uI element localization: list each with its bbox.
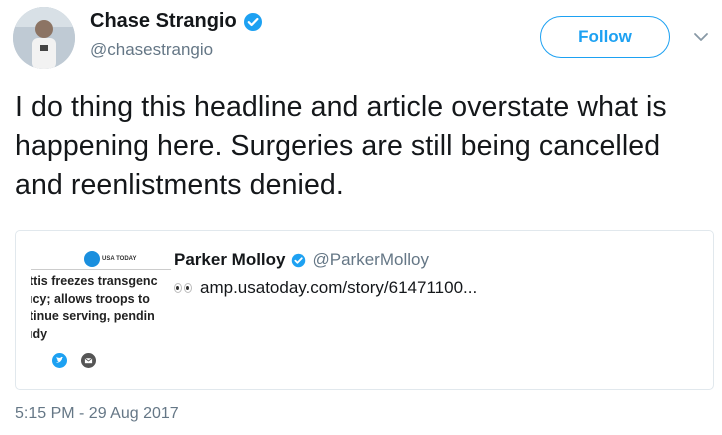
usa-today-logo-text: USA TODAY	[102, 256, 137, 262]
verified-badge-icon	[291, 253, 306, 268]
author-handle[interactable]: @chasestrangio	[90, 40, 213, 60]
eye-right	[184, 283, 192, 293]
chevron-down-icon[interactable]	[692, 28, 710, 46]
author-name[interactable]: Chase Strangio	[90, 10, 237, 33]
quoted-tweet-card[interactable]: USA TODAY ttis freezes transgenc ıcy; al…	[15, 230, 714, 390]
eye-left	[174, 283, 182, 293]
eyes-emoji-icon	[174, 283, 192, 293]
verified-badge-icon	[243, 12, 263, 32]
tweet-timestamp[interactable]: 5:15 PM - 29 Aug 2017	[15, 405, 179, 423]
quoted-author-row: Parker Molloy @ParkerMolloy	[174, 250, 429, 270]
thumbnail-divider	[31, 269, 171, 270]
usa-today-dot-icon	[84, 251, 100, 267]
quoted-author-name[interactable]: Parker Molloy	[174, 250, 286, 270]
quoted-link[interactable]: amp.usatoday.com/story/61471100...	[200, 278, 477, 298]
thumbnail-headline: ttis freezes transgenc ıcy; allows troop…	[31, 274, 158, 341]
quoted-tweet-text: amp.usatoday.com/story/61471100...	[174, 278, 477, 298]
twitter-share-icon	[52, 353, 67, 368]
author-avatar[interactable]	[13, 7, 75, 69]
article-thumbnail[interactable]: USA TODAY ttis freezes transgenc ıcy; al…	[31, 231, 181, 389]
tweet-text: I do thing this headline and article ove…	[15, 91, 667, 201]
follow-button[interactable]: Follow	[540, 16, 670, 58]
usa-today-logo: USA TODAY	[84, 251, 136, 267]
quoted-author-handle[interactable]: @ParkerMolloy	[313, 250, 429, 270]
author-name-row: Chase Strangio	[90, 10, 263, 33]
email-share-icon	[81, 353, 96, 368]
